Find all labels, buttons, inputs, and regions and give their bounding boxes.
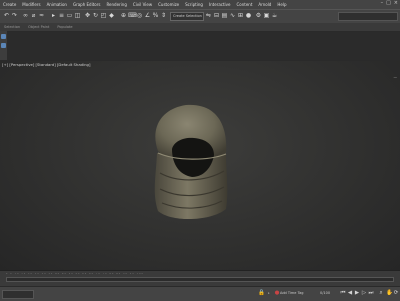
ribbon-tab-object-paint[interactable]: Object Paint [24, 25, 53, 29]
link-icon[interactable]: ∞ [22, 12, 29, 19]
menu-item-scripting[interactable]: Scripting [182, 2, 206, 7]
menu-item-animation[interactable]: Animation [44, 2, 70, 7]
pan-icon[interactable]: ✋ [386, 290, 393, 296]
snap-toggle-icon[interactable]: ◎ [136, 12, 143, 19]
frame-value: 0/100 [320, 291, 331, 295]
menu-item-customize[interactable]: Customize [155, 2, 182, 7]
menu-item-help[interactable]: Help [274, 2, 289, 7]
timeline-ticks: 0 5 10 15 20 25 30 35 40 45 50 55 60 65 … [6, 273, 145, 275]
play-icon[interactable]: ▶ [354, 290, 360, 296]
go-to-end-icon[interactable]: ⏭ [368, 290, 374, 296]
minimize-icon[interactable]: – [381, 0, 384, 6]
perspective-viewport[interactable]: [+] [Perspective] [Standard] [Default Sh… [0, 60, 400, 271]
undo-icon[interactable]: ↶ [3, 12, 10, 19]
menu-item-arnold[interactable]: Arnold [255, 2, 274, 7]
spinner-snap-icon[interactable]: ⇕ [160, 12, 167, 19]
align-icon[interactable]: ⊟ [213, 12, 220, 19]
time-slider[interactable] [6, 277, 394, 282]
select-by-name-icon[interactable]: ≡ [58, 12, 65, 19]
close-icon[interactable]: × [394, 0, 398, 6]
window-crossing-icon[interactable]: ◫ [74, 12, 81, 19]
balaclava-model[interactable] [154, 104, 228, 220]
menu-item-graph-editors[interactable]: Graph Editors [70, 2, 103, 7]
menu-item-civil-view[interactable]: Civil View [130, 2, 155, 7]
status-bar: 🔒 ▸ ● Add Time Tag 0/100 ⏮ ◀ ▶ ▷ ⏭ ⌕ ✋ ⟳ [0, 286, 400, 301]
rendered-frame-icon[interactable]: ▣ [263, 12, 270, 19]
curve-editor-icon[interactable]: ∿ [229, 12, 236, 19]
lock-icon[interactable]: 🔒 [258, 290, 265, 296]
go-to-start-icon[interactable]: ⏮ [340, 290, 346, 296]
render-setup-icon[interactable]: ⚙ [255, 12, 262, 19]
selection-set-dropdown[interactable]: Create Selection Set [170, 12, 204, 21]
add-time-tag-label[interactable]: Add Time Tag [280, 290, 304, 297]
rotate-icon[interactable]: ↻ [92, 12, 99, 19]
pivot-icon[interactable]: ⊕ [120, 12, 127, 19]
menu-item-content[interactable]: Content [233, 2, 255, 7]
ribbon-tab-populate[interactable]: Populate [53, 25, 76, 29]
move-icon[interactable]: ✥ [84, 12, 91, 19]
workspace-box[interactable] [338, 12, 398, 21]
scale-icon[interactable]: ◰ [100, 12, 107, 19]
material-editor-icon[interactable]: ● [245, 12, 252, 19]
ribbon-toggle-icon[interactable] [1, 34, 6, 39]
command-panel-icon[interactable] [1, 43, 6, 48]
menu-item-interactive[interactable]: Interactive [206, 2, 234, 7]
main-toolbar: ↶ ↷ ∞ ⌀ ≈ ▸ ≡ ▭ ◫ ✥ ↻ ◰ ◆ ⊕ ⌨ ◎ ∠ % ⇕ Cr… [0, 9, 400, 24]
scene-svg [154, 104, 228, 220]
orbit-icon[interactable]: ⟳ [393, 290, 399, 296]
keyboard-shortcut-icon[interactable]: ⌨ [128, 12, 137, 19]
menu-bar: Create Modifiers Animation Graph Editors… [0, 0, 400, 9]
redo-icon[interactable]: ↷ [11, 12, 18, 19]
maximize-icon[interactable]: □ [386, 0, 391, 6]
next-frame-icon[interactable]: ▷ [361, 290, 367, 296]
rectangular-selection-icon[interactable]: ▭ [66, 12, 73, 19]
angle-snap-icon[interactable]: ∠ [144, 12, 151, 19]
time-tag-prefix: ▸ [268, 291, 270, 295]
select-object-icon[interactable]: ▸ [50, 12, 57, 19]
percent-snap-icon[interactable]: % [152, 12, 159, 19]
ribbon: Selection Object Paint Populate [0, 23, 400, 32]
schematic-view-icon[interactable]: ⊞ [237, 12, 244, 19]
previous-frame-icon[interactable]: ◀ [347, 290, 353, 296]
menu-item-rendering[interactable]: Rendering [103, 2, 129, 7]
zoom-icon[interactable]: ⌕ [378, 290, 384, 296]
timeline: 0 5 10 15 20 25 30 35 40 45 50 55 60 65 … [0, 270, 400, 287]
placement-icon[interactable]: ◆ [108, 12, 115, 19]
window-controls: – □ × [381, 0, 398, 6]
left-tool-strip [0, 31, 7, 60]
unlink-icon[interactable]: ⌀ [30, 12, 37, 19]
menu-item-create[interactable]: Create [0, 2, 19, 7]
maxscript-listener[interactable] [2, 290, 34, 299]
bind-space-warp-icon[interactable]: ≈ [38, 12, 45, 19]
ribbon-tab-selection[interactable]: Selection [0, 25, 24, 29]
render-icon[interactable]: ☕ [271, 12, 278, 19]
mirror-icon[interactable]: ⇋ [205, 12, 212, 19]
layer-explorer-icon[interactable]: ▤ [221, 12, 228, 19]
menu-item-modifiers[interactable]: Modifiers [19, 2, 43, 7]
